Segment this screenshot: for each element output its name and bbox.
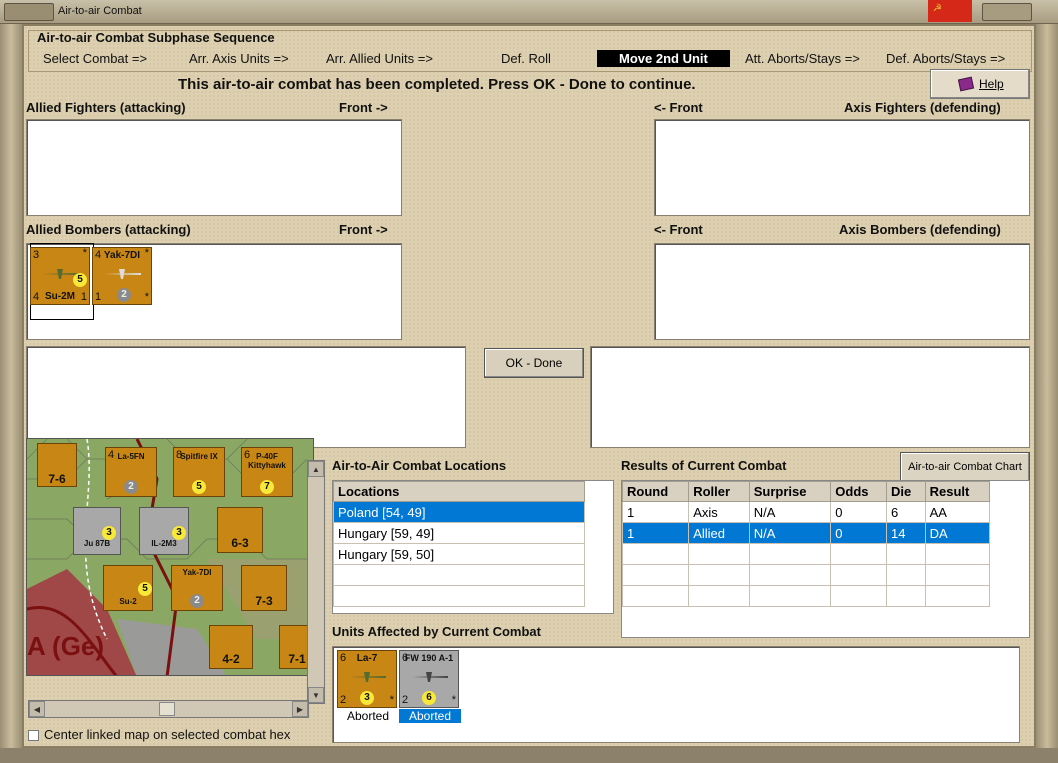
status-message: This air-to-air combat has been complete… xyxy=(178,76,696,93)
scroll-down-icon[interactable]: ▼ xyxy=(308,687,324,703)
window-control-button[interactable] xyxy=(982,3,1032,21)
axis-fighters-front: <- Front xyxy=(654,100,703,115)
location-row[interactable]: Hungary [59, 49] xyxy=(333,522,585,544)
scroll-thumb[interactable] xyxy=(159,702,175,716)
map-country-label: A (Ge) xyxy=(27,631,105,661)
col-surprise: Surprise xyxy=(748,481,832,502)
allied-info-box xyxy=(26,346,466,448)
allied-bombers-box[interactable]: 3 * 5 4 Su-2M 1 4 Yak-7DI * 1 2 * xyxy=(26,243,402,340)
window-title: Air-to-air Combat xyxy=(58,5,142,17)
soviet-flag-icon: ☭ xyxy=(928,0,972,22)
combat-chart-button[interactable]: Air-to-air Combat Chart xyxy=(900,452,1030,482)
unit-counter-su-2m[interactable]: 3 * 5 4 Su-2M 1 xyxy=(30,247,90,305)
map-counter-il-2m3[interactable]: IL-2M3 3 xyxy=(139,507,189,555)
map-counter-6-3[interactable]: 6-3 xyxy=(217,507,263,553)
axis-fighters-label: Axis Fighters (defending) xyxy=(844,100,1001,115)
allied-bombers-label: Allied Bombers (attacking) xyxy=(26,222,191,237)
step-arr-axis: Arr. Axis Units => xyxy=(189,51,289,66)
linked-map[interactable]: 7-6 4 La-5FN 2 8 Spitfire IX 5 6 P-40F K… xyxy=(26,438,314,676)
step-select-combat: Select Combat => xyxy=(43,51,148,66)
aircraft-icon xyxy=(105,269,141,279)
affected-units-box[interactable]: 6 La-7 2 3 * Aborted 6 FW 190 A-1 2 6 * … xyxy=(332,646,1020,743)
step-att-aborts: Att. Aborts/Stays => xyxy=(745,51,860,66)
system-menu-button[interactable] xyxy=(4,3,54,21)
step-move-2nd-unit: Move 2nd Unit xyxy=(597,50,730,67)
book-icon xyxy=(957,76,975,92)
map-counter-7-3[interactable]: 7-3 xyxy=(241,565,287,611)
results-panel[interactable]: Round Roller Surprise Odds Die Result 1A… xyxy=(621,480,1030,638)
map-counter-su-2[interactable]: Su-2 5 xyxy=(103,565,153,611)
map-counter-ju-87b[interactable]: Ju 87B 3 xyxy=(73,507,121,555)
axis-bombers-box[interactable] xyxy=(654,243,1030,340)
map-counter-p-40f[interactable]: 6 P-40F Kittyhawk 7 xyxy=(241,447,293,497)
col-roller: Roller xyxy=(688,481,750,502)
bottom-frame xyxy=(0,748,1058,763)
dialog-body: Air-to-air Combat Subphase Sequence Sele… xyxy=(22,24,1036,748)
axis-bombers-label: Axis Bombers (defending) xyxy=(839,222,1001,237)
result-row[interactable] xyxy=(621,543,991,565)
axis-bombers-front: <- Front xyxy=(654,222,703,237)
help-label: Help xyxy=(979,77,1004,91)
ok-done-button[interactable]: OK - Done xyxy=(484,348,584,378)
scroll-left-icon[interactable]: ◀ xyxy=(29,701,45,717)
locations-table: Locations Poland [54, 49] Hungary [59, 4… xyxy=(333,481,585,607)
locations-header: Locations xyxy=(333,481,585,502)
col-odds: Odds xyxy=(830,481,888,502)
step-def-roll: Def. Roll xyxy=(501,51,551,66)
result-row[interactable]: 1 Allied N/A 0 14 DA xyxy=(621,522,991,544)
center-map-checkbox[interactable] xyxy=(28,730,39,741)
title-bar: Air-to-air Combat ☭ xyxy=(0,0,1058,24)
axis-info-box xyxy=(590,346,1030,448)
map-counter-la-5fn[interactable]: 4 La-5FN 2 xyxy=(105,447,157,497)
allied-bombers-front: Front -> xyxy=(339,222,388,237)
aircraft-icon xyxy=(350,672,386,682)
result-row[interactable] xyxy=(621,585,991,607)
scroll-right-icon[interactable]: ▶ xyxy=(292,701,308,717)
aircraft-icon xyxy=(412,672,448,682)
location-row[interactable]: Hungary [59, 50] xyxy=(333,543,585,565)
map-vertical-scrollbar[interactable]: ▲ ▼ xyxy=(307,460,325,704)
unit-status-fw-190: Aborted xyxy=(399,709,461,723)
result-row[interactable] xyxy=(621,564,991,586)
locations-title: Air-to-Air Combat Locations xyxy=(332,458,507,473)
right-frame xyxy=(1036,24,1058,748)
locations-list[interactable]: Locations Poland [54, 49] Hungary [59, 4… xyxy=(332,480,614,614)
center-map-label: Center linked map on selected combat hex xyxy=(44,727,291,742)
map-horizontal-scrollbar[interactable]: ◀ ▶ xyxy=(28,700,309,718)
subphase-sequence: Air-to-air Combat Subphase Sequence Sele… xyxy=(28,30,1032,72)
col-die: Die xyxy=(886,481,926,502)
col-round: Round xyxy=(621,481,690,502)
left-frame xyxy=(0,24,22,748)
results-table: Round Roller Surprise Odds Die Result 1A… xyxy=(621,481,991,607)
unit-counter-fw-190[interactable]: 6 FW 190 A-1 2 6 * xyxy=(399,650,459,708)
unit-counter-la-7[interactable]: 6 La-7 2 3 * xyxy=(337,650,397,708)
result-row[interactable]: 1 Axis N/A 0 6 AA xyxy=(621,501,991,523)
map-counter-yak-7di-map[interactable]: Yak-7DI 2 xyxy=(171,565,223,611)
unit-status-la-7: Aborted xyxy=(346,709,390,723)
location-row[interactable]: Poland [54, 49] xyxy=(333,501,585,523)
allied-fighters-box[interactable] xyxy=(26,119,402,216)
sequence-legend: Air-to-air Combat Subphase Sequence xyxy=(37,30,275,45)
step-arr-allied: Arr. Allied Units => xyxy=(326,51,433,66)
location-row[interactable] xyxy=(333,564,585,586)
map-counter-hq[interactable]: 7-6 xyxy=(37,443,77,487)
allied-fighters-label: Allied Fighters (attacking) xyxy=(26,100,186,115)
col-result: Result xyxy=(924,481,991,502)
location-row[interactable] xyxy=(333,585,585,607)
step-def-aborts: Def. Aborts/Stays => xyxy=(886,51,1006,66)
affected-title: Units Affected by Current Combat xyxy=(332,624,541,639)
allied-fighters-front: Front -> xyxy=(339,100,388,115)
results-title: Results of Current Combat xyxy=(621,458,787,473)
scroll-up-icon[interactable]: ▲ xyxy=(308,461,324,477)
map-counter-4-2[interactable]: 4-2 xyxy=(209,625,253,669)
unit-counter-yak-7di[interactable]: 4 Yak-7DI * 1 2 * xyxy=(92,247,152,305)
help-button[interactable]: Help xyxy=(930,69,1030,99)
axis-fighters-box[interactable] xyxy=(654,119,1030,216)
map-counter-spitfire[interactable]: 8 Spitfire IX 5 xyxy=(173,447,225,497)
